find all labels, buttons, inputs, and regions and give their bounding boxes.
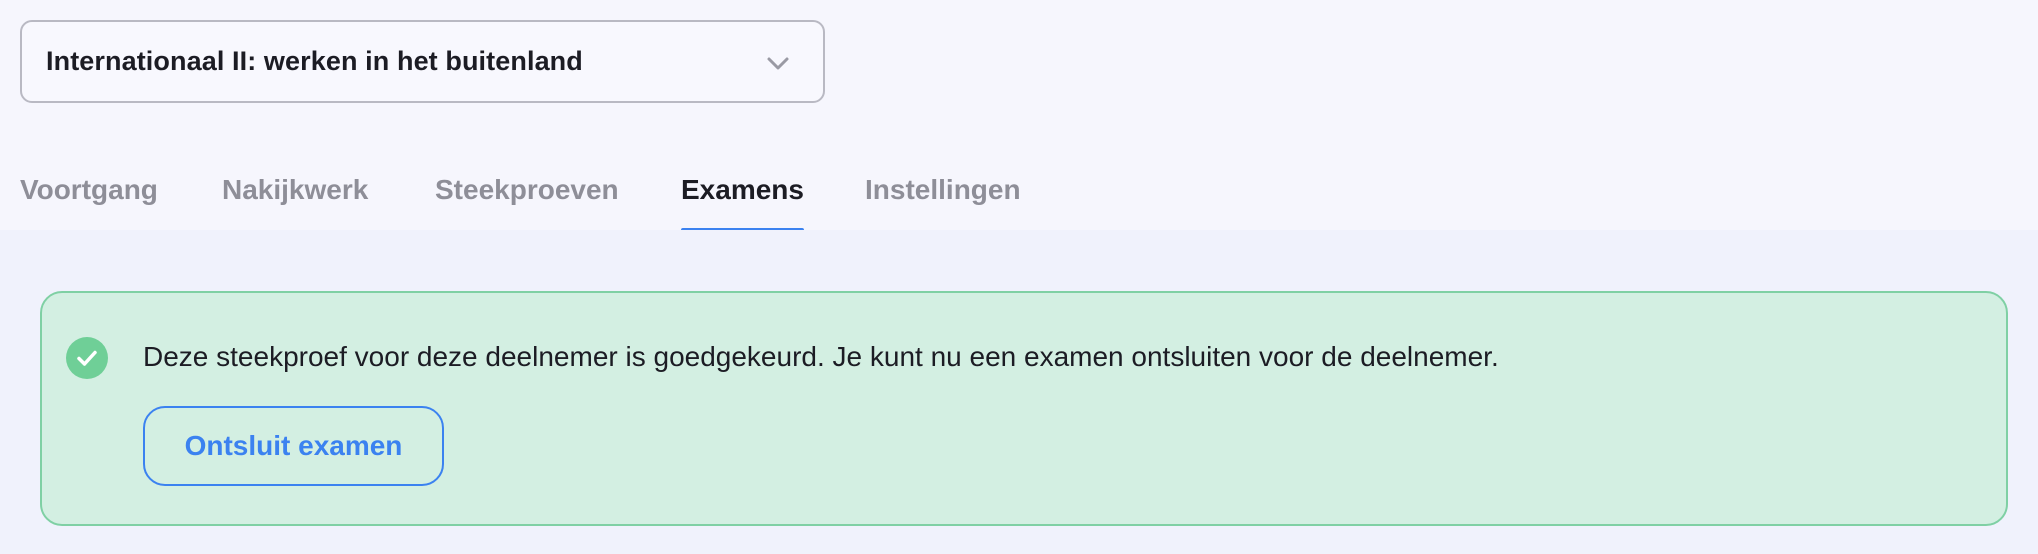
tab-label: Voortgang [20, 174, 158, 205]
tab-bar: Voortgang Nakijkwerk Steekproeven Examen… [0, 160, 2038, 232]
unlock-exam-button[interactable]: Ontsluit examen [143, 406, 444, 486]
tab-examens[interactable]: Examens [681, 160, 804, 232]
chevron-down-icon [767, 57, 789, 70]
page-header: Internationaal II: werken in het buitenl… [0, 0, 2038, 232]
tab-voortgang[interactable]: Voortgang [20, 160, 158, 232]
check-circle-icon [66, 337, 108, 379]
course-select[interactable]: Internationaal II: werken in het buitenl… [20, 20, 825, 103]
success-alert: Deze steekproef voor deze deelnemer is g… [40, 291, 2008, 526]
alert-message: Deze steekproef voor deze deelnemer is g… [143, 341, 1499, 372]
tab-content: Deze steekproef voor deze deelnemer is g… [0, 230, 2038, 554]
tab-nakijkwerk[interactable]: Nakijkwerk [222, 160, 368, 232]
tab-label: Nakijkwerk [222, 174, 369, 205]
tab-instellingen[interactable]: Instellingen [865, 160, 1021, 232]
course-select-value: Internationaal II: werken in het buitenl… [46, 46, 583, 76]
tab-label: Steekproeven [435, 174, 619, 205]
checkmark-icon [77, 350, 97, 366]
tab-label: Examens [681, 174, 804, 205]
tab-steekproeven[interactable]: Steekproeven [435, 160, 619, 232]
tab-label: Instellingen [865, 174, 1021, 205]
